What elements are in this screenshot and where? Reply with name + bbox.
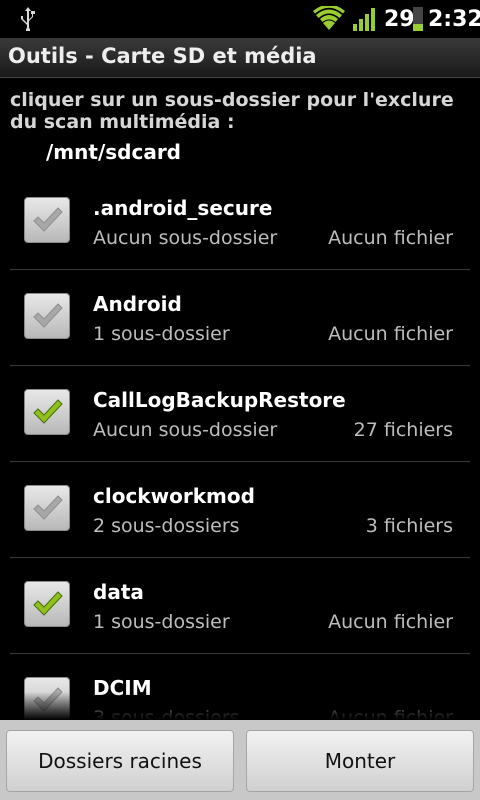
wifi-icon xyxy=(313,6,345,30)
battery-level: 29 xyxy=(384,7,415,32)
checkmark-icon xyxy=(33,591,63,616)
file-count: Aucun fichier xyxy=(328,323,453,345)
folder-row[interactable]: Android 1 sous-dossier Aucun fichier xyxy=(0,270,480,366)
subfolder-count-label: sous-dossier xyxy=(111,323,230,345)
subfolder-count-label: Aucun sous-dossier xyxy=(93,419,278,441)
folder-row[interactable]: CallLogBackupRestore Aucun sous-dossier 27… xyxy=(0,366,480,462)
mount-button[interactable]: Monter xyxy=(246,730,474,792)
file-count-label: Aucun fichier xyxy=(328,323,453,345)
file-count-label: fichiers xyxy=(383,419,453,441)
file-count-label: fichiers xyxy=(383,515,453,537)
usb-icon xyxy=(21,7,35,31)
folder-checkbox[interactable] xyxy=(24,677,70,720)
file-count: Aucun fichier xyxy=(328,707,453,720)
file-count: 27 fichiers xyxy=(354,419,453,441)
folder-name: .android_secure xyxy=(93,196,273,220)
subfolder-count-number: 2 xyxy=(93,515,106,537)
subfolder-count-number: 3 xyxy=(93,707,106,720)
file-count-number: 3 xyxy=(365,515,378,537)
signal-icon xyxy=(353,8,375,31)
file-count-label: Aucun fichier xyxy=(328,611,453,633)
folder-row[interactable]: clockworkmod 2 sous-dossiers 3 fichiers xyxy=(0,462,480,558)
folder-checkbox[interactable] xyxy=(24,485,70,531)
title-bar: Outils - Carte SD et média xyxy=(0,38,480,78)
folder-name: data xyxy=(93,580,144,604)
checkmark-icon xyxy=(33,687,63,712)
battery-icon xyxy=(413,7,423,31)
page-title: Outils - Carte SD et média xyxy=(8,44,317,68)
folder-checkbox[interactable] xyxy=(24,581,70,627)
subfolder-count: Aucun sous-dossier xyxy=(93,419,277,441)
subfolder-count-label: sous-dossiers xyxy=(111,707,240,720)
bottom-bar: Dossiers racines Monter xyxy=(0,720,480,800)
subfolder-count: 3 sous-dossiers xyxy=(93,707,240,720)
file-count: 3 fichiers xyxy=(366,515,453,537)
current-path: /mnt/sdcard xyxy=(46,140,181,164)
file-count: Aucun fichier xyxy=(328,227,453,249)
subfolder-count-number: 1 xyxy=(93,323,106,345)
file-count-label: Aucun fichier xyxy=(328,227,453,249)
subfolder-count: 2 sous-dossiers xyxy=(93,515,240,537)
folder-checkbox[interactable] xyxy=(24,197,70,243)
folder-row[interactable]: data 1 sous-dossier Aucun fichier xyxy=(0,558,480,654)
instructions-text: cliquer sur un sous-dossier pour l'exclu… xyxy=(10,89,454,133)
subfolder-count-label: sous-dossier xyxy=(111,611,230,633)
subfolder-count: 1 sous-dossier xyxy=(93,323,230,345)
subfolder-count-number: 1 xyxy=(93,611,106,633)
folder-list[interactable]: .android_secure Aucun sous-dossier Aucun f… xyxy=(0,174,480,720)
checkmark-icon xyxy=(33,303,63,328)
folder-name: CallLogBackupRestore xyxy=(93,388,346,412)
checkmark-icon xyxy=(33,495,63,520)
file-count: Aucun fichier xyxy=(328,611,453,633)
root-folders-button[interactable]: Dossiers racines xyxy=(6,730,234,792)
folder-name: DCIM xyxy=(93,676,152,700)
subfolder-count-label: Aucun sous-dossier xyxy=(93,227,278,249)
folder-name: clockworkmod xyxy=(93,484,255,508)
folder-checkbox[interactable] xyxy=(24,293,70,339)
folder-row[interactable]: DCIM 3 sous-dossiers Aucun fichier xyxy=(0,654,480,720)
status-bar: 29 2:32 xyxy=(0,0,480,38)
subfolder-count: 1 sous-dossier xyxy=(93,611,230,633)
folder-checkbox[interactable] xyxy=(24,389,70,435)
checkmark-icon xyxy=(33,207,63,232)
subfolder-count-label: sous-dossiers xyxy=(111,515,240,537)
file-count-number: 27 xyxy=(353,419,378,441)
subfolder-count: Aucun sous-dossier xyxy=(93,227,277,249)
folder-row[interactable]: .android_secure Aucun sous-dossier Aucun f… xyxy=(0,174,480,270)
folder-name: Android xyxy=(93,292,182,316)
file-count-label: Aucun fichier xyxy=(328,707,453,720)
checkmark-icon xyxy=(33,399,63,424)
clock: 2:32 xyxy=(428,7,480,32)
